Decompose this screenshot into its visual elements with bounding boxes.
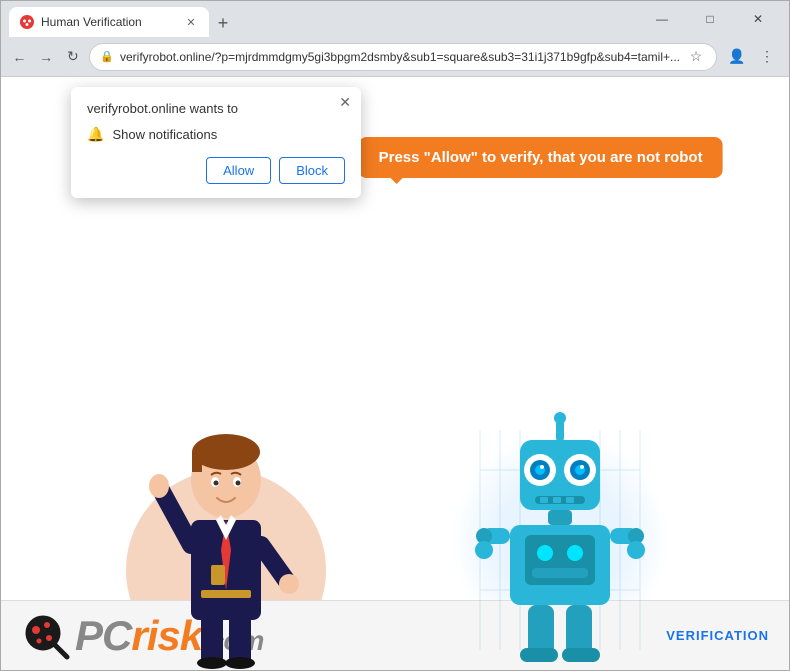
refresh-button[interactable]: ↻ <box>63 43 84 71</box>
verification-badge: VERIFICATION <box>666 628 769 643</box>
window-controls: — □ ✕ <box>639 4 781 34</box>
notification-row: 🔔 Show notifications <box>87 126 345 143</box>
nav-right-icons: 👤 ⋮ <box>723 43 781 71</box>
footer-bar: PCrisk.com VERIFICATION <box>1 600 789 670</box>
person-svg <box>141 390 311 670</box>
popup-title: verifyrobot.online wants to <box>87 101 345 116</box>
popup-close-button[interactable]: ✕ <box>339 95 351 109</box>
robot-svg <box>470 410 650 670</box>
bookmark-icon[interactable]: ☆ <box>686 47 706 67</box>
navigation-bar: ← → ↻ 🔒 verifyrobot.online/?p=mjrdmmdgmy… <box>1 37 789 77</box>
notification-text: Show notifications <box>112 127 217 142</box>
person-character <box>141 390 311 670</box>
bell-icon: 🔔 <box>87 126 104 143</box>
maximize-button[interactable]: □ <box>687 4 733 34</box>
robot-character <box>470 410 650 670</box>
back-button[interactable]: ← <box>9 43 30 71</box>
profile-button[interactable]: 👤 <box>723 43 751 71</box>
allow-button[interactable]: Allow <box>206 157 271 184</box>
url-text: verifyrobot.online/?p=mjrdmmdgmy5gi3bpgm… <box>120 50 680 64</box>
speech-bubble: Press "Allow" to verify, that you are no… <box>359 137 723 178</box>
active-tab[interactable]: Human Verification ✕ <box>9 7 209 37</box>
menu-button[interactable]: ⋮ <box>753 43 781 71</box>
pcrisk-logo-icon <box>21 611 71 661</box>
tab-title: Human Verification <box>41 15 177 29</box>
address-bar[interactable]: 🔒 verifyrobot.online/?p=mjrdmmdgmy5gi3bp… <box>89 43 717 71</box>
page-content: ✕ verifyrobot.online wants to 🔔 Show not… <box>1 77 789 670</box>
tab-bar: Human Verification ✕ + <box>9 1 635 37</box>
address-icons: ☆ <box>686 47 706 67</box>
forward-button[interactable]: → <box>36 43 57 71</box>
minimize-button[interactable]: — <box>639 4 685 34</box>
close-button[interactable]: ✕ <box>735 4 781 34</box>
block-button[interactable]: Block <box>279 157 345 184</box>
logo-pc: PC <box>75 612 131 659</box>
tab-close-button[interactable]: ✕ <box>183 14 199 30</box>
chrome-window: Human Verification ✕ + — □ ✕ ← → ↻ 🔒 ver… <box>0 0 790 671</box>
notification-popup: ✕ verifyrobot.online wants to 🔔 Show not… <box>71 87 361 198</box>
lock-icon: 🔒 <box>100 50 114 63</box>
popup-buttons: Allow Block <box>87 157 345 184</box>
tab-favicon <box>19 14 35 30</box>
title-bar: Human Verification ✕ + — □ ✕ <box>1 1 789 37</box>
new-tab-button[interactable]: + <box>209 9 237 37</box>
